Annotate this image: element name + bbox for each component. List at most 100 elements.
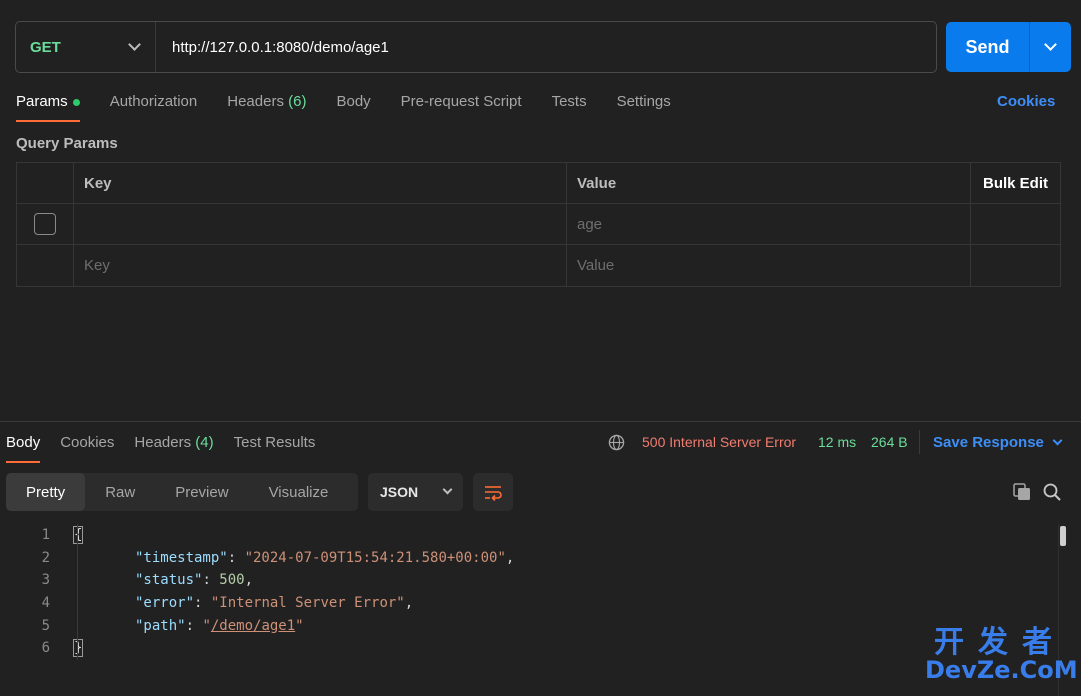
code-line: 4 "error": "Internal Server Error", (0, 591, 1060, 615)
json-key: "status" (135, 572, 203, 589)
method-select[interactable]: GET (16, 22, 156, 72)
tab-headers[interactable]: Headers (6) (227, 88, 306, 122)
format-select[interactable]: JSON (368, 473, 463, 511)
chevron-down-icon (1044, 38, 1057, 51)
json-value: 500 (219, 572, 245, 589)
response-size[interactable]: 264 B (871, 434, 908, 450)
checkbox-column-header (17, 163, 74, 203)
fold-gutter (74, 524, 99, 547)
method-label: GET (30, 38, 61, 56)
tab-response-body[interactable]: Body (6, 429, 41, 463)
params-table: Key Value Bulk Edit age Key Value (16, 162, 1061, 287)
pane-divider[interactable] (0, 421, 1081, 422)
tab-pre-request-script[interactable]: Pre-request Script (401, 88, 522, 122)
tab-test-results[interactable]: Test Results (234, 429, 316, 463)
key-input[interactable]: Key (74, 245, 567, 286)
value-cell[interactable]: age (567, 204, 971, 244)
send-button-group: Send (946, 22, 1071, 72)
json-key: "timestamp" (135, 549, 228, 566)
line-number: 4 (41, 595, 50, 612)
chevron-down-icon (442, 484, 453, 495)
quote: " (202, 617, 211, 634)
table-row: Key Value (17, 245, 1060, 286)
tab-label: Headers (134, 434, 192, 451)
param-checkbox[interactable] (34, 213, 56, 235)
status-badge[interactable]: 500 Internal Server Error (642, 434, 796, 450)
tab-label: Headers (227, 93, 284, 110)
row-checkbox-cell (17, 245, 74, 286)
tab-label: Cookies (60, 434, 115, 451)
json-value: "Internal Server Error" (210, 595, 405, 612)
url-input[interactable]: http://127.0.0.1:8080/demo/age1 (156, 39, 389, 56)
copy-icon[interactable] (1012, 482, 1032, 502)
globe-icon[interactable] (608, 434, 625, 451)
tab-label: Settings (616, 93, 671, 110)
url-bar: GET http://127.0.0.1:8080/demo/age1 (15, 21, 937, 73)
send-options-button[interactable] (1030, 22, 1071, 72)
watermark-line2: DevZe.CoM (925, 656, 1078, 684)
response-time[interactable]: 12 ms (818, 434, 856, 450)
line-number: 5 (41, 617, 50, 634)
json-link-value[interactable]: /demo/age1 (211, 618, 295, 634)
tab-label: Params (16, 93, 68, 110)
json-value: "2024-07-09T15:54:21.580+00:00" (244, 549, 506, 566)
view-pretty-button[interactable]: Pretty (6, 473, 86, 511)
format-label: JSON (380, 484, 419, 500)
value-input[interactable]: Value (567, 245, 971, 286)
tab-tests[interactable]: Tests (552, 88, 587, 122)
request-tabs: Params Authorization Headers (6) Body Pr… (16, 88, 701, 122)
fold-gutter (74, 591, 99, 615)
cookies-link[interactable]: Cookies (997, 93, 1055, 110)
code-line: 1 { (0, 524, 1060, 547)
headers-count: (6) (288, 93, 307, 110)
bulk-cell (971, 204, 1060, 244)
bulk-cell (971, 245, 1060, 286)
table-row: age (17, 204, 1060, 245)
send-button[interactable]: Send (946, 22, 1030, 72)
code-line: 2 "timestamp": "2024-07-09T15:54:21.580+… (0, 546, 1060, 570)
tab-response-cookies[interactable]: Cookies (60, 429, 114, 463)
response-body-editor[interactable]: 1 { 2 "timestamp": "2024-07-09T15:54:21.… (0, 524, 1060, 660)
save-response-label: Save Response (933, 434, 1044, 451)
tab-params[interactable]: Params (16, 88, 80, 122)
view-visualize-button[interactable]: Visualize (249, 473, 349, 511)
fold-gutter (74, 569, 99, 592)
view-mode-group: Pretty Raw Preview Visualize (6, 473, 358, 511)
tab-label: Test Results (233, 434, 316, 451)
save-response-button[interactable]: Save Response (933, 434, 1063, 451)
tab-label: Body (6, 434, 41, 451)
scrollbar-thumb[interactable] (1060, 526, 1066, 546)
tab-label: Tests (551, 93, 587, 110)
headers-count: (4) (195, 434, 214, 451)
tab-body[interactable]: Body (336, 88, 370, 122)
tab-authorization[interactable]: Authorization (110, 88, 198, 122)
view-raw-button[interactable]: Raw (85, 473, 155, 511)
tab-label: Authorization (109, 93, 198, 110)
code-line: 5 "path": "/demo/age1 " (0, 614, 1060, 637)
line-number: 2 (41, 549, 50, 566)
params-indicator-dot (72, 98, 80, 106)
key-column-header: Key (74, 163, 567, 203)
query-params-title: Query Params (16, 135, 118, 152)
line-number: 1 (41, 527, 50, 544)
fold-gutter (74, 614, 99, 637)
code-line: 6 } (0, 636, 1060, 660)
chevron-down-icon (1052, 435, 1063, 445)
tab-response-headers[interactable]: Headers (4) (134, 429, 213, 463)
search-icon[interactable] (1042, 482, 1062, 502)
tab-label: Body (336, 93, 371, 110)
watermark-line1: 开发者 (934, 625, 1066, 660)
response-tabs: Body Cookies Headers (4) Test Results (6, 429, 335, 463)
bulk-edit-button[interactable]: Bulk Edit (971, 163, 1060, 203)
key-cell[interactable] (74, 204, 567, 244)
wrap-lines-button[interactable] (473, 473, 513, 511)
tab-settings[interactable]: Settings (617, 88, 671, 122)
row-checkbox-cell (17, 204, 74, 244)
tab-label: Pre-request Script (400, 93, 522, 110)
json-key: "path" (135, 617, 186, 634)
table-header-row: Key Value Bulk Edit (17, 163, 1060, 204)
view-preview-button[interactable]: Preview (155, 473, 248, 511)
separator (919, 430, 920, 454)
fold-gutter (74, 546, 99, 570)
code-line: 3 "status": 500, (0, 569, 1060, 592)
